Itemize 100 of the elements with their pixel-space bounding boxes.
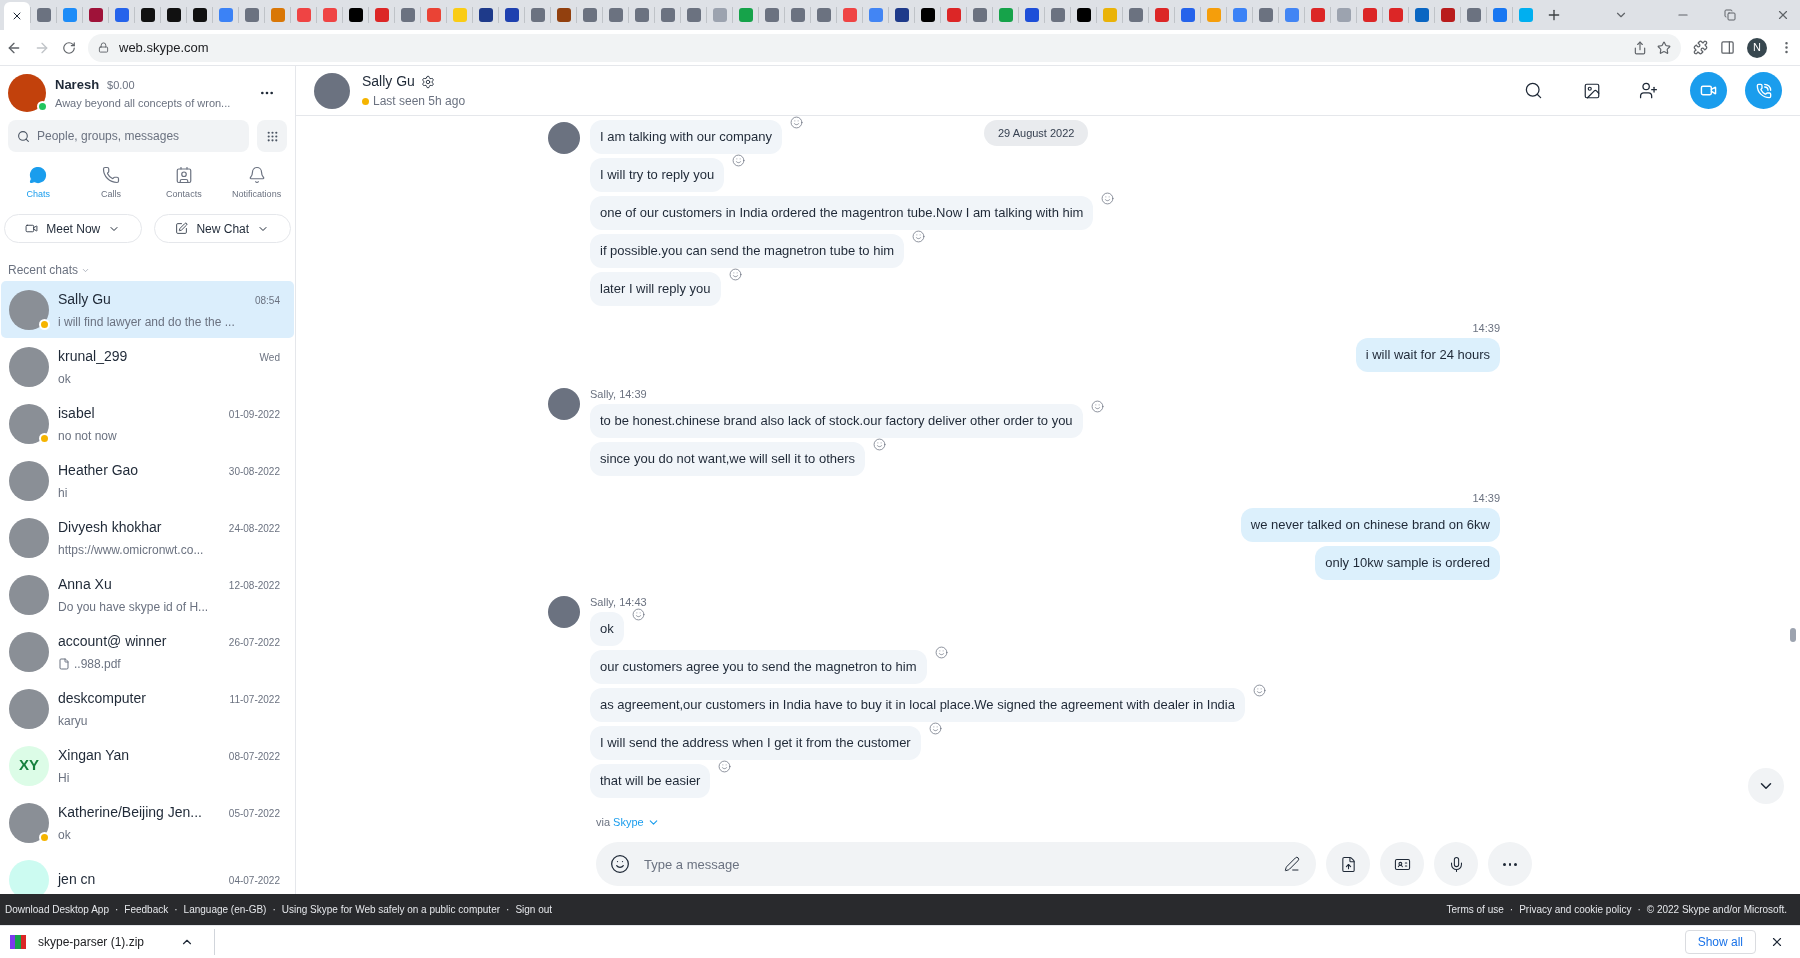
favicon-icon[interactable] xyxy=(920,8,935,22)
footer-link[interactable]: Using Skype for Web safely on a public computer xyxy=(281,902,501,917)
favicon-icon[interactable] xyxy=(348,8,363,22)
send-file-button[interactable] xyxy=(1326,842,1370,886)
separator-dot: · xyxy=(1637,903,1641,917)
separator-dot: · xyxy=(114,903,119,917)
contact-name: krunal_299 xyxy=(58,346,128,366)
phone-icon xyxy=(1755,82,1772,99)
section-label[interactable]: Recent chats xyxy=(8,261,79,279)
reaction-icon[interactable] xyxy=(1252,684,1266,697)
download-item[interactable]: skype-parser (1).zip xyxy=(10,929,215,955)
message-bubble: I will try to reply you xyxy=(590,158,725,192)
chat-time: 24-08-2022 xyxy=(228,521,280,536)
reaction-icon[interactable] xyxy=(928,722,942,735)
avatar-photo xyxy=(9,517,49,558)
nav-tab[interactable]: Calls xyxy=(74,164,148,204)
reload-icon[interactable] xyxy=(62,40,76,55)
footer-link[interactable]: Download Desktop App xyxy=(5,902,109,917)
message-preview: Hi xyxy=(58,769,70,787)
address-bar[interactable]: web.skype.com xyxy=(88,33,1681,62)
message-preview: ..988.pdf xyxy=(74,655,121,673)
message-time: 14:39 xyxy=(1472,491,1500,504)
close-icon[interactable] xyxy=(11,10,23,22)
message-bubble: i will wait for 24 hours xyxy=(1355,338,1500,372)
emoji-icon[interactable] xyxy=(610,854,630,874)
favicon-icon[interactable] xyxy=(166,8,181,22)
message-input[interactable]: Type a message xyxy=(596,842,1316,886)
message-bubble: as agreement,our customers in India have to buy it in local place.We signed the agreement with dealer in India xyxy=(590,688,1245,722)
contact-name: Katherine/Beijing Jen... xyxy=(58,802,202,822)
side-panel-icon[interactable] xyxy=(1720,40,1735,55)
message-preview: karyu xyxy=(58,712,88,730)
reaction-icon[interactable] xyxy=(873,438,887,451)
footer-link[interactable]: Privacy and cookie policy xyxy=(1519,902,1632,917)
reaction-icon[interactable] xyxy=(718,760,732,773)
chat-list-item[interactable]: Sally Gu 08:54 i will find lawyer and do the the ... xyxy=(1,281,294,338)
favicon-icon[interactable] xyxy=(504,8,519,22)
message-bubble: that will be easier xyxy=(590,764,711,798)
gallery-icon[interactable] xyxy=(1583,81,1601,100)
search-icon[interactable] xyxy=(1524,81,1543,100)
avatar-photo xyxy=(9,574,49,615)
close-icon[interactable] xyxy=(1770,935,1784,949)
scroll-down-button[interactable] xyxy=(1748,768,1784,804)
reaction-icon[interactable] xyxy=(934,646,948,659)
chat-bubble-icon xyxy=(29,166,48,185)
profile-avatar[interactable]: N xyxy=(1747,37,1767,58)
chat-list-item[interactable]: Katherine/Beijing Jen... 05-07-2022 ok xyxy=(1,794,294,851)
conversation-title: Sally Gu xyxy=(362,72,415,91)
reaction-icon[interactable] xyxy=(728,268,742,281)
favicon-icon[interactable] xyxy=(478,8,493,22)
new-tab-icon[interactable] xyxy=(1546,7,1562,23)
restore-icon[interactable] xyxy=(1724,9,1736,21)
initials-avatar: XY xyxy=(9,745,49,786)
contact-name: Xingan Yan xyxy=(58,745,130,765)
avatar-photo[interactable] xyxy=(8,74,46,112)
message-bubble: if possible.you can send the magnetron tube to him xyxy=(590,234,905,268)
favicon-icon[interactable] xyxy=(140,8,155,22)
favicon-icon[interactable] xyxy=(894,8,909,22)
show-all-button[interactable]: Show all xyxy=(1684,930,1756,954)
reaction-icon[interactable] xyxy=(1101,192,1115,205)
chat-list-item[interactable]: krunal_299 Wed ok xyxy=(1,338,294,395)
footer-link[interactable]: Sign out xyxy=(515,902,553,917)
favicon-icon[interactable] xyxy=(192,8,207,22)
chat-list-item[interactable]: Heather Gao 30-08-2022 hi xyxy=(1,452,294,509)
audio-call-button[interactable] xyxy=(1745,72,1782,109)
reaction-icon[interactable] xyxy=(912,230,926,243)
share-icon[interactable] xyxy=(1633,40,1647,55)
nav-tab[interactable]: Notifications xyxy=(220,164,293,204)
dialpad-button[interactable] xyxy=(257,120,287,152)
pen-icon[interactable] xyxy=(1284,856,1300,872)
search-field[interactable]: People, groups, messages xyxy=(8,120,249,152)
nav-tab[interactable]: Contacts xyxy=(147,164,221,204)
reaction-icon[interactable] xyxy=(789,116,803,129)
reaction-icon[interactable] xyxy=(631,608,645,621)
extensions-icon[interactable] xyxy=(1693,40,1708,55)
add-person-icon[interactable] xyxy=(1639,81,1658,100)
settings-icon[interactable] xyxy=(420,74,435,89)
chat-list-item[interactable]: account@ winner 26-07-2022 ..988.pdf xyxy=(1,623,294,680)
scrollbar-thumb[interactable] xyxy=(1790,628,1796,642)
favicon-icon[interactable] xyxy=(1076,8,1091,22)
chat-list-item[interactable]: deskcomputer 11-07-2022 karyu xyxy=(1,680,294,737)
chat-list-item[interactable]: isabel 01-09-2022 no not now xyxy=(1,395,294,452)
reaction-icon[interactable] xyxy=(732,154,746,167)
footer-link[interactable]: Language (en-GB) xyxy=(183,902,267,917)
message-bubble: later I will reply you xyxy=(590,272,721,306)
contact-name: account@ winner xyxy=(58,631,167,651)
contact-name: isabel xyxy=(58,403,95,423)
contact-card-button[interactable] xyxy=(1380,842,1424,886)
chat-list-item[interactable]: Anna Xu 12-08-2022 Do you have skype id of H... xyxy=(1,566,294,623)
chat-list-item[interactable]: XY Xingan Yan 08-07-2022 Hi xyxy=(1,737,294,794)
video-call-button[interactable] xyxy=(1690,72,1727,109)
microphone-button[interactable] xyxy=(1434,842,1478,886)
favicon-icon[interactable] xyxy=(88,8,103,22)
footer-link[interactable]: © 2022 Skype and/or Microsoft. xyxy=(1646,902,1787,917)
avatar-photo[interactable] xyxy=(314,72,350,109)
footer-link[interactable]: Terms of use xyxy=(1446,902,1504,917)
bookmark-star-icon[interactable] xyxy=(1657,40,1671,55)
chat-list-item[interactable]: Divyesh khokhar 24-08-2022 https://www.omicronwt.co... xyxy=(1,509,294,566)
reaction-icon[interactable] xyxy=(1090,400,1104,413)
footer-link[interactable]: Feedback xyxy=(124,902,169,917)
separator-dot: · xyxy=(506,903,510,917)
